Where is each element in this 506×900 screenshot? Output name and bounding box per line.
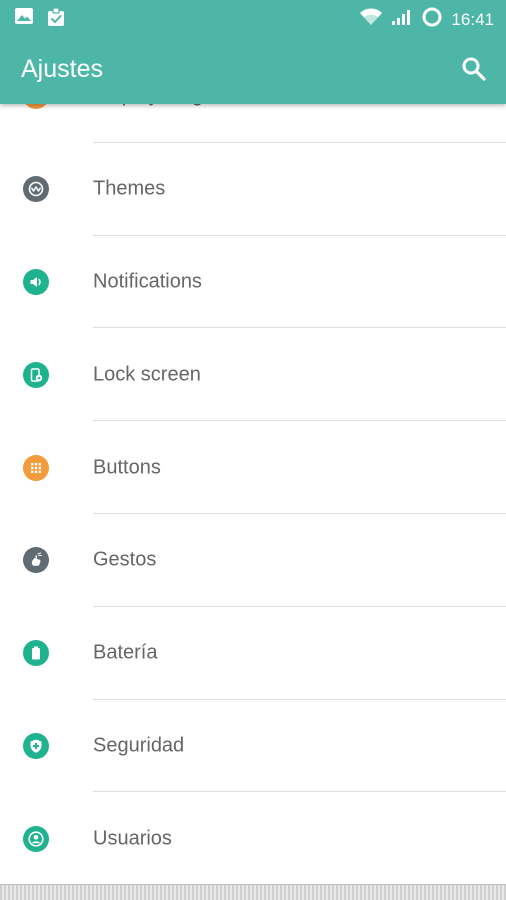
battery-icon: [23, 640, 49, 667]
app-bar: 16:41 Ajustes: [0, 0, 506, 104]
settings-item-label: Buttons: [93, 456, 161, 479]
buttons-icon: [23, 454, 49, 481]
settings-item-users[interactable]: Usuarios: [0, 792, 506, 885]
page-title: Ajustes: [21, 55, 103, 83]
themes-icon: [23, 176, 49, 203]
bottom-edge: [0, 884, 506, 900]
users-icon: [23, 825, 49, 852]
settings-item-battery[interactable]: Batería: [0, 607, 506, 700]
settings-item-label: Batería: [93, 641, 158, 664]
image-notification-icon: [14, 7, 34, 32]
settings-item-buttons[interactable]: Buttons: [0, 421, 506, 514]
battery-status-icon: [421, 6, 443, 33]
lock-screen-icon: [23, 361, 49, 388]
settings-item-label: Gestos: [93, 548, 157, 571]
wifi-icon: [359, 8, 383, 31]
settings-item-gestures[interactable]: Gestos: [0, 514, 506, 607]
search-icon: [462, 57, 486, 81]
settings-item-label: Usuarios: [93, 827, 172, 850]
settings-item-security[interactable]: Seguridad: [0, 700, 506, 793]
search-button[interactable]: [460, 55, 488, 83]
clock: 16:41: [451, 9, 494, 29]
clipboard-check-notification-icon: [46, 7, 66, 32]
settings-item-lock-screen[interactable]: Lock screen: [0, 328, 506, 422]
gestures-icon: [23, 547, 49, 574]
security-icon: [23, 732, 49, 759]
notifications-icon: [23, 268, 49, 295]
signal-icon: [391, 8, 413, 31]
settings-item-label: Themes: [93, 177, 166, 200]
status-bar: 16:41: [0, 0, 506, 34]
settings-item-notifications[interactable]: Notifications: [0, 236, 506, 329]
settings-item-label: Lock screen: [93, 363, 201, 386]
settings-item-themes[interactable]: Themes: [0, 143, 506, 236]
settings-item-label: Notifications: [93, 270, 202, 293]
settings-list: Display & lights Themes Notifications: [0, 50, 506, 885]
settings-item-label: Seguridad: [93, 734, 185, 757]
